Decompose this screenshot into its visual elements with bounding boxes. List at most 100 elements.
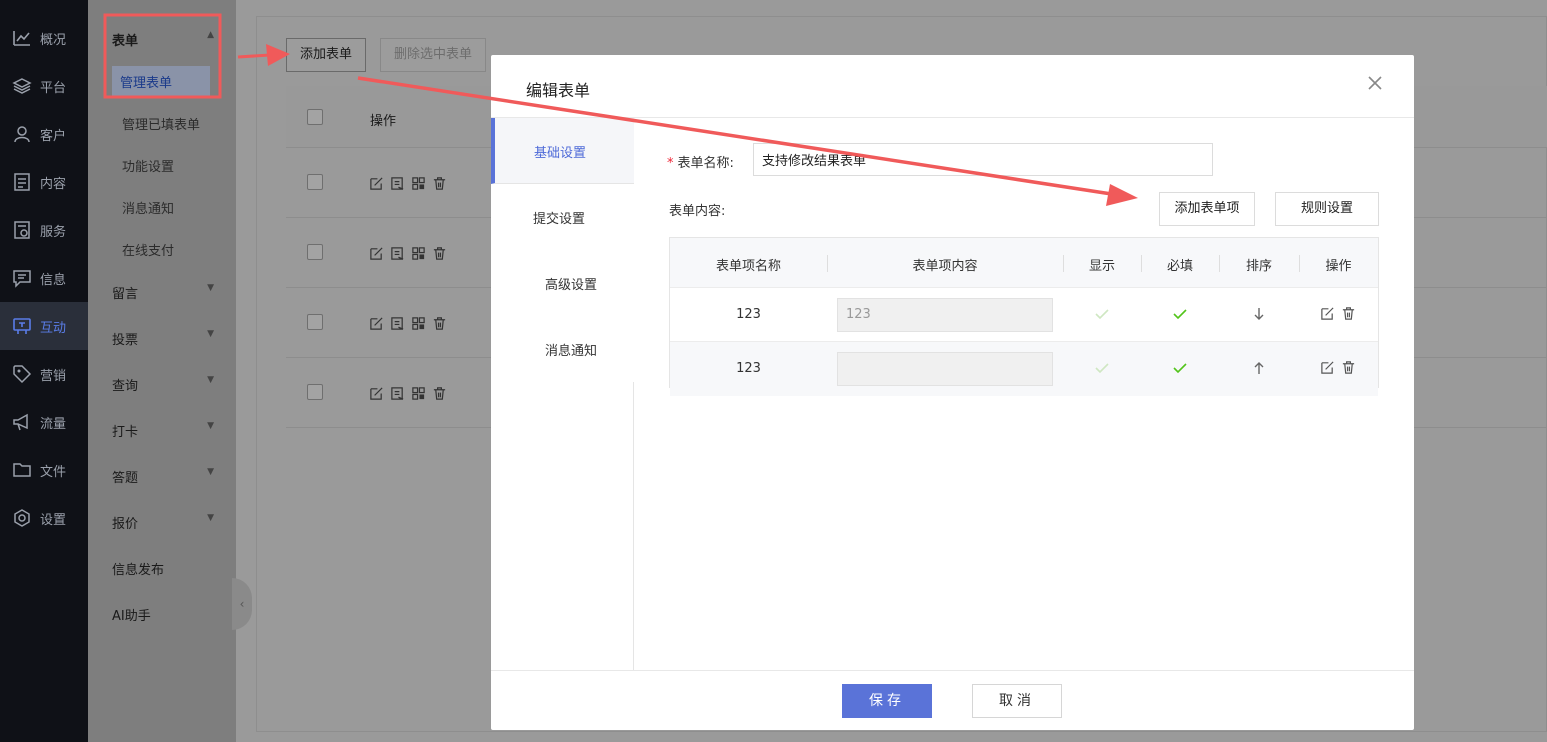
nav-item-settings[interactable]: 设置 <box>0 494 88 542</box>
nav-item-overview[interactable]: 概况 <box>0 14 88 62</box>
nav-label: 设置 <box>40 513 67 528</box>
table-row: 123 <box>670 342 1378 396</box>
layers-icon <box>12 78 32 94</box>
modal-title: 编辑表单 <box>526 81 591 100</box>
row-actions <box>1320 306 1356 321</box>
sidebar-group-form[interactable]: 表单 ▲ <box>88 24 236 54</box>
edit-icon[interactable] <box>369 176 384 191</box>
nav-item-interact[interactable]: 互动 <box>0 302 88 350</box>
form-list-icon[interactable] <box>390 176 405 191</box>
nav-label: 流量 <box>40 417 67 432</box>
sidebar-group-publish[interactable]: 信息发布 <box>88 553 236 583</box>
row-checkbox[interactable] <box>307 244 323 260</box>
tab-basic-settings[interactable]: 基础设置 <box>491 118 634 184</box>
trash-icon[interactable] <box>432 246 447 261</box>
sidebar-item-label: 管理已填表单 <box>122 118 201 133</box>
nav-item-traffic[interactable]: 流量 <box>0 398 88 446</box>
sidebar-group-checkin[interactable]: 打卡 ▼ <box>88 415 236 445</box>
form-list-icon[interactable] <box>390 246 405 261</box>
chevron-down-icon: ▼ <box>207 467 214 477</box>
row-checkbox[interactable] <box>307 174 323 190</box>
delete-selected-button[interactable]: 删除选中表单 <box>380 38 486 72</box>
check-icon[interactable] <box>1094 360 1110 376</box>
form-list-icon[interactable] <box>390 386 405 401</box>
item-content-preview: 123 <box>837 298 1053 332</box>
trash-icon[interactable] <box>432 386 447 401</box>
close-icon[interactable] <box>1364 72 1386 94</box>
form-name-input[interactable] <box>753 143 1213 176</box>
tab-message-notice[interactable]: 消息通知 <box>491 316 634 382</box>
qrcode-icon[interactable] <box>411 386 426 401</box>
chevron-left-icon: ‹ <box>239 597 245 611</box>
sidebar-item-function-settings[interactable]: 功能设置 <box>88 150 236 180</box>
row-actions <box>1320 360 1356 375</box>
sub-sidebar: 表单 ▲ 管理表单 管理已填表单 功能设置 消息通知 在线支付 留言 ▼ 投票 … <box>88 0 236 742</box>
nav-item-content[interactable]: 内容 <box>0 158 88 206</box>
arrow-up-icon[interactable] <box>1252 361 1266 375</box>
check-icon[interactable] <box>1172 306 1188 322</box>
nav-label: 信息 <box>40 273 67 288</box>
sidebar-item-message-notice[interactable]: 消息通知 <box>88 192 236 222</box>
arrow-down-icon[interactable] <box>1252 307 1266 321</box>
edit-icon[interactable] <box>1320 360 1335 375</box>
sidebar-group-label: 表单 <box>112 34 139 49</box>
nav-item-file[interactable]: 文件 <box>0 446 88 494</box>
nav-item-info[interactable]: 信息 <box>0 254 88 302</box>
add-form-button[interactable]: 添加表单 <box>286 38 366 72</box>
rule-settings-button[interactable]: 规则设置 <box>1275 192 1379 226</box>
qrcode-icon[interactable] <box>411 246 426 261</box>
add-form-item-button[interactable]: 添加表单项 <box>1159 192 1255 226</box>
sidebar-group-quiz[interactable]: 答题 ▼ <box>88 461 236 491</box>
nav-item-platform[interactable]: 平台 <box>0 62 88 110</box>
form-list-icon[interactable] <box>390 316 405 331</box>
qrcode-icon[interactable] <box>411 316 426 331</box>
sidebar-group-vote[interactable]: 投票 ▼ <box>88 323 236 353</box>
item-content-preview <box>837 352 1053 386</box>
nav-item-service[interactable]: 服务 <box>0 206 88 254</box>
check-icon[interactable] <box>1172 360 1188 376</box>
sidebar-group-quote[interactable]: 报价 ▼ <box>88 507 236 537</box>
user-icon <box>14 126 30 143</box>
nav-label: 客户 <box>40 129 67 144</box>
trash-icon[interactable] <box>1341 360 1356 375</box>
form-name-label: * 表单名称: <box>667 156 734 171</box>
row-actions <box>369 386 447 401</box>
cancel-button[interactable]: 取消 <box>972 684 1062 718</box>
trash-icon[interactable] <box>432 316 447 331</box>
table-header: 表单项名称 表单项内容 显示 必填 排序 操作 <box>670 238 1378 288</box>
nav-item-customer[interactable]: 客户 <box>0 110 88 158</box>
edit-icon[interactable] <box>1320 306 1335 321</box>
col-header-action: 操作 <box>1325 259 1352 274</box>
edit-icon[interactable] <box>369 386 384 401</box>
sidebar-group-label: 投票 <box>112 333 139 348</box>
sidebar-group-message[interactable]: 留言 ▼ <box>88 277 236 307</box>
sidebar-item-manage-filled[interactable]: 管理已填表单 <box>88 108 236 138</box>
sidebar-item-manage-form[interactable]: 管理表单 <box>88 66 236 97</box>
qrcode-icon[interactable] <box>411 176 426 191</box>
save-button[interactable]: 保存 <box>842 684 932 718</box>
chevron-up-icon: ▲ <box>207 30 214 40</box>
chevron-down-icon: ▼ <box>207 375 214 385</box>
check-icon[interactable] <box>1094 306 1110 322</box>
sidebar-group-ai[interactable]: AI助手 <box>88 599 236 629</box>
sidebar-group-label: 答题 <box>112 471 139 486</box>
tab-advanced-settings[interactable]: 高级设置 <box>491 250 634 316</box>
nav-label: 互动 <box>40 321 67 336</box>
sidebar-item-label: 功能设置 <box>122 160 175 175</box>
row-checkbox[interactable] <box>307 314 323 330</box>
sidebar-item-label: 消息通知 <box>122 202 175 217</box>
tab-label: 高级设置 <box>545 278 598 293</box>
table-row: 123 123 <box>670 288 1378 342</box>
sidebar-collapse-handle[interactable]: ‹ <box>232 578 252 630</box>
edit-icon[interactable] <box>369 316 384 331</box>
col-header-content: 表单项内容 <box>912 259 978 274</box>
tab-submit-settings[interactable]: 提交设置 <box>491 184 634 250</box>
trash-icon[interactable] <box>432 176 447 191</box>
trash-icon[interactable] <box>1341 306 1356 321</box>
select-all-checkbox[interactable] <box>307 109 323 125</box>
nav-item-marketing[interactable]: 营销 <box>0 350 88 398</box>
row-checkbox[interactable] <box>307 384 323 400</box>
sidebar-group-query[interactable]: 查询 ▼ <box>88 369 236 399</box>
sidebar-item-online-pay[interactable]: 在线支付 <box>88 234 236 264</box>
edit-icon[interactable] <box>369 246 384 261</box>
